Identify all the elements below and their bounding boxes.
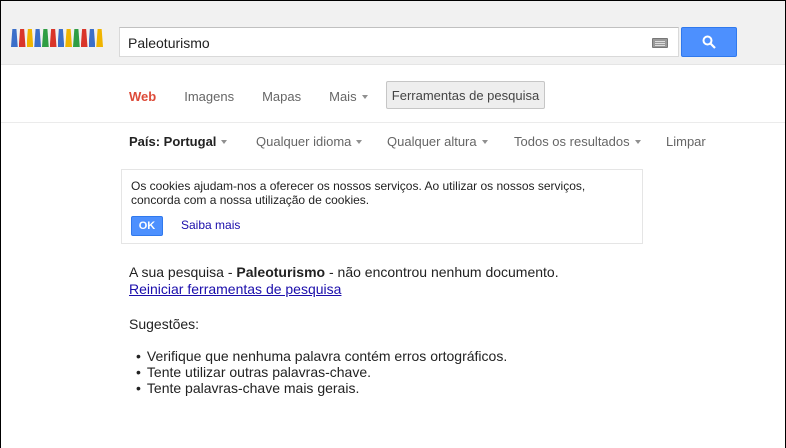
suggestions-list: Verifique que nenhuma palavra contém err… [136, 348, 507, 396]
logo-figure [49, 29, 57, 47]
tab-maps[interactable]: Mapas [262, 89, 301, 104]
keyboard-icon[interactable] [652, 38, 668, 48]
result-prefix: A sua pesquisa - [129, 264, 237, 280]
cookie-ok-button[interactable]: OK [131, 216, 163, 236]
logo-figure [42, 29, 49, 47]
search-tabs: Web Imagens Mapas Mais [129, 82, 396, 110]
logo-figure [96, 29, 103, 47]
search-input[interactable] [128, 34, 628, 52]
search-tools-button[interactable]: Ferramentas de pesquisa [386, 81, 545, 109]
list-item: Tente palavras-chave mais gerais. [136, 380, 507, 396]
logo-figure [11, 29, 18, 47]
logo-figure [80, 29, 88, 47]
filter-language-label: Qualquer idioma [256, 133, 352, 149]
filter-results-label: Todos os resultados [514, 133, 630, 149]
cookie-notice: Os cookies ajudam-nos a oferecer os noss… [121, 169, 643, 244]
search-box[interactable] [119, 27, 679, 57]
logo-figure [65, 29, 72, 47]
reset-search-tools-link[interactable]: Reiniciar ferramentas de pesquisa [129, 281, 341, 297]
tab-more[interactable]: Mais [329, 88, 368, 104]
chevron-down-icon [481, 139, 488, 144]
top-bar [1, 1, 785, 65]
suggestions-title: Sugestões: [129, 316, 200, 332]
filter-country-label: País: Portugal [129, 133, 217, 149]
divider [1, 122, 785, 123]
filter-language[interactable]: Qualquer idioma [256, 133, 363, 149]
cookie-message: Os cookies ajudam-nos a oferecer os noss… [131, 179, 586, 207]
filter-time-label: Qualquer altura [387, 133, 477, 149]
logo-figure [26, 29, 34, 47]
tab-more-label: Mais [329, 88, 357, 104]
filter-time[interactable]: Qualquer altura [387, 133, 488, 149]
logo-figure [73, 29, 80, 47]
chevron-down-icon [221, 139, 228, 144]
logo-figure [57, 29, 65, 47]
clear-filters-label: Limpar [666, 133, 706, 149]
result-query: Paleoturismo [236, 264, 326, 280]
no-results-message: A sua pesquisa - Paleoturismo - não enco… [129, 264, 559, 280]
result-suffix: - não encontrou nenhum documento. [325, 264, 559, 280]
chevron-down-icon [634, 139, 641, 144]
logo[interactable] [11, 29, 103, 47]
tab-images[interactable]: Imagens [184, 89, 234, 104]
filter-results[interactable]: Todos os resultados [514, 133, 641, 149]
search-button[interactable] [681, 27, 737, 57]
list-item: Verifique que nenhuma palavra contém err… [136, 348, 507, 364]
clear-filters-link[interactable]: Limpar [666, 133, 706, 149]
tab-web[interactable]: Web [129, 89, 156, 104]
logo-figure [34, 29, 41, 47]
filter-country[interactable]: País: Portugal [129, 133, 228, 149]
logo-figure [88, 29, 96, 47]
list-item: Tente utilizar outras palavras-chave. [136, 364, 507, 380]
logo-figure [18, 29, 26, 47]
cookie-learn-more-link[interactable]: Saiba mais [181, 218, 240, 232]
search-icon [702, 35, 716, 49]
chevron-down-icon [361, 94, 368, 99]
chevron-down-icon [356, 139, 363, 144]
